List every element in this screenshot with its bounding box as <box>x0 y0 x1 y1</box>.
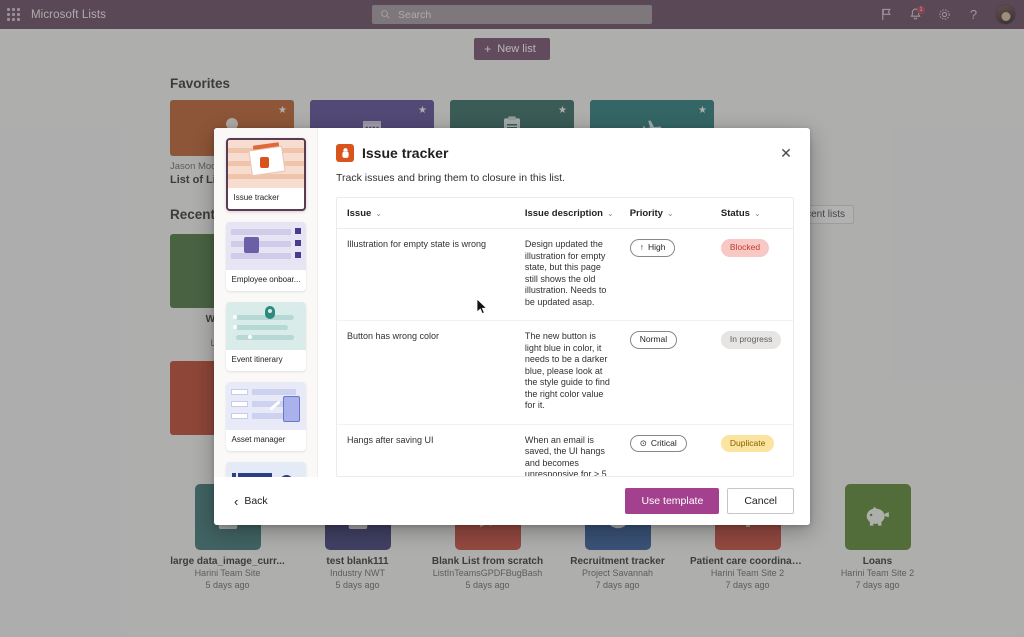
column-label: Status <box>720 208 750 219</box>
asset-manager-thumb <box>225 382 306 430</box>
template-preview-table-wrap: Issue ⌄ Issue description ⌄ Priority ⌄ Stat… <box>336 197 794 477</box>
priority-glyph: ↑ <box>639 242 644 252</box>
template-option-issue-tracker[interactable]: Issue tracker <box>225 138 306 211</box>
cell-priority: ⊙ Critical <box>619 424 711 476</box>
chevron-down-icon[interactable]: ⌄ <box>607 209 614 218</box>
status-badge: Blocked <box>720 239 770 257</box>
event-itinerary-thumb <box>225 302 306 350</box>
issue-tracker-icon <box>336 144 354 162</box>
use-template-button[interactable]: Use template <box>625 488 720 514</box>
back-button[interactable]: ‹ Back <box>232 490 270 513</box>
preview-header: Issue tracker ✕ <box>336 144 794 162</box>
cell-issue: Hangs after saving UI <box>337 424 515 476</box>
column-header-status[interactable]: Status ⌄ <box>710 198 793 229</box>
employee-onboarding-thumb <box>225 222 306 270</box>
template-option-event-itinerary[interactable]: Event itinerary <box>225 302 306 371</box>
priority-label: High <box>647 242 666 252</box>
dialog-footer: ‹ Back Use template Cancel <box>214 477 810 525</box>
template-preview-table: Issue ⌄ Issue description ⌄ Priority ⌄ Stat… <box>337 198 793 476</box>
template-name: Issue tracker <box>233 193 280 202</box>
cell-status: Blocked <box>710 228 793 321</box>
column-header-issue[interactable]: Issue ⌄ <box>337 198 515 229</box>
template-list-rail[interactable]: Issue tracker Employee onboar... Event i… <box>214 128 318 477</box>
dialog-body: Issue tracker Employee onboar... Event i… <box>214 128 810 477</box>
cell-description: The new button is light blue in color, i… <box>514 320 620 425</box>
template-preview-pane: Issue tracker ✕ Track issues and bring t… <box>318 128 810 477</box>
column-label: Issue description <box>524 208 603 219</box>
priority-label: Normal <box>639 334 668 344</box>
footer-actions: Use template Cancel <box>625 488 794 514</box>
column-label: Priority <box>629 208 663 219</box>
preview-title: Issue tracker <box>362 145 449 161</box>
chevron-down-icon[interactable]: ⌄ <box>375 209 382 218</box>
app-root: Microsoft Lists Search 1 ? + New list Fa… <box>0 0 1024 637</box>
recruitment-tracker-thumb <box>225 462 306 477</box>
cell-issue: Button has wrong color <box>337 320 515 425</box>
template-name: Asset manager <box>231 435 286 444</box>
priority-pill: ⊙ Critical <box>629 434 687 452</box>
template-option-employee-onboarding[interactable]: Employee onboar... <box>225 222 306 291</box>
column-label: Issue <box>347 208 372 219</box>
cell-priority: Normal <box>619 320 711 425</box>
cell-issue: Illustration for empty state is wrong <box>337 228 515 321</box>
template-option-recruitment-tracker[interactable]: Recruitment tracker <box>225 462 306 477</box>
template-option-asset-manager[interactable]: Asset manager <box>225 382 306 451</box>
close-icon[interactable]: ✕ <box>778 145 794 161</box>
preview-description: Track issues and bring them to closure i… <box>336 172 565 184</box>
table-row[interactable]: Button has wrong color The new button is… <box>337 320 793 425</box>
cell-status: In progress <box>710 320 793 425</box>
cell-status: Duplicate <box>710 424 793 476</box>
cell-description: When an email is saved, the UI hangs and… <box>514 424 620 476</box>
chevron-down-icon[interactable]: ⌄ <box>667 209 674 218</box>
template-preview-dialog: Issue tracker Employee onboar... Event i… <box>214 128 810 525</box>
back-label: Back <box>244 495 268 507</box>
status-badge: Duplicate <box>720 434 775 452</box>
template-name: Event itinerary <box>231 355 283 364</box>
cancel-button[interactable]: Cancel <box>727 488 794 514</box>
status-badge: In progress <box>720 331 782 349</box>
priority-glyph: ⊙ <box>639 437 647 448</box>
chevron-down-icon[interactable]: ⌄ <box>754 209 761 218</box>
table-row[interactable]: Illustration for empty state is wrong De… <box>337 228 793 321</box>
column-header-priority[interactable]: Priority ⌄ <box>619 198 711 229</box>
table-header-row: Issue ⌄ Issue description ⌄ Priority ⌄ Stat… <box>337 198 793 229</box>
priority-pill: ↑ High <box>629 239 676 257</box>
cell-description: Design updated the illustration for empt… <box>514 228 620 321</box>
issue-tracker-thumb <box>227 140 304 188</box>
cell-priority: ↑ High <box>619 228 711 321</box>
priority-label: Critical <box>650 437 677 448</box>
chevron-left-icon: ‹ <box>234 493 239 509</box>
priority-pill: Normal <box>629 331 678 349</box>
template-name: Employee onboar... <box>231 275 301 284</box>
column-header-issue-description[interactable]: Issue description ⌄ <box>514 198 620 229</box>
table-row[interactable]: Hangs after saving UI When an email is s… <box>337 424 793 476</box>
